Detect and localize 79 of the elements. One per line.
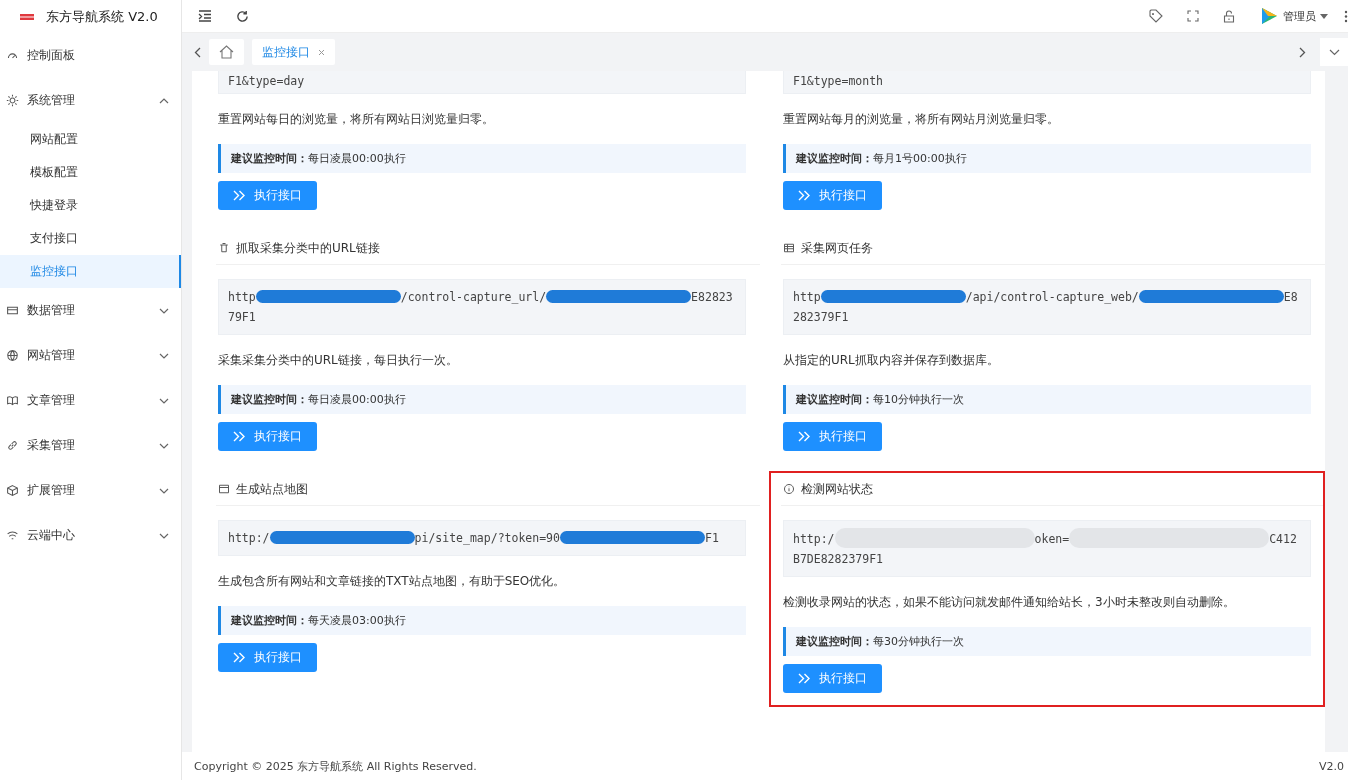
gear-icon: [6, 94, 19, 107]
url-code-box: http /control-capture_url/ E8282379F1: [218, 279, 746, 335]
refresh-icon[interactable]: [236, 9, 249, 23]
sidebar-item[interactable]: 文章管理: [0, 378, 181, 423]
chevron-icon: [159, 487, 169, 494]
home-tab[interactable]: [209, 39, 244, 65]
wifi-icon: [6, 529, 19, 542]
link-icon: [6, 439, 19, 452]
avatar-icon: [1259, 6, 1279, 26]
chevron-icon: [159, 352, 169, 359]
book-icon: [6, 394, 19, 407]
tip-alert: 建议监控时间：每日凌晨00:00执行: [218, 144, 746, 173]
menu-fold-icon[interactable]: [198, 10, 212, 22]
description-text: 检测收录网站的状态，如果不能访问就发邮件通知给站长，3小时未整改则自动删除。: [783, 594, 1236, 611]
description-text: 采集采集分类中的URL链接，每日执行一次。: [218, 352, 459, 369]
app-title: 东方导航系统 V2.0: [46, 7, 158, 26]
sidebar-item[interactable]: 网站管理: [0, 333, 181, 378]
more-icon[interactable]: [1344, 9, 1348, 23]
url-code-box: http /api/control-capture_web/ E8282379F1: [783, 279, 1311, 335]
description-text: 重置网站每月的浏览量，将所有网站月浏览量归零。: [783, 111, 1060, 128]
logo-icon: [20, 12, 34, 21]
sidebar-subitem[interactable]: 支付接口: [0, 222, 181, 255]
tip-alert: 建议监控时间：每月1号00:00执行: [783, 144, 1311, 173]
section-title: 生成站点地图: [236, 480, 308, 498]
url-code-box: http:/ oken= C412B7DE8282379F1: [783, 520, 1311, 577]
tip-alert: 建议监控时间：每10分钟执行一次: [783, 385, 1311, 414]
info-icon: [783, 483, 795, 495]
sidebar-subitem[interactable]: 快捷登录: [0, 189, 181, 222]
chevron-left-icon[interactable]: [194, 46, 201, 58]
chevron-icon: [159, 532, 169, 539]
window-icon: [218, 483, 230, 495]
url-code-box: F1&type=day: [218, 71, 746, 94]
section-title: 检测网站状态: [801, 480, 873, 498]
section-title: 抓取采集分类中的URL链接: [236, 239, 380, 257]
chevron-icon: [159, 307, 169, 314]
copyright-text: Copyright © 2025 东方导航系统 All Rights Reserved.: [194, 758, 477, 774]
double-chevron-icon: [233, 431, 246, 442]
sidebar-item[interactable]: 数据管理: [0, 288, 181, 333]
close-icon[interactable]: [318, 48, 325, 56]
description-text: 生成包含所有网站和文章链接的TXT站点地图，有助于SEO优化。: [218, 573, 567, 590]
double-chevron-icon: [233, 652, 246, 663]
double-chevron-icon: [233, 190, 246, 201]
tag-icon[interactable]: [1149, 9, 1163, 23]
double-chevron-icon: [798, 673, 811, 684]
fullscreen-icon[interactable]: [1187, 10, 1199, 22]
sidebar-item[interactable]: 扩展管理: [0, 468, 181, 513]
cube-icon: [6, 484, 19, 497]
chevron-right-icon[interactable]: [1299, 46, 1306, 58]
lock-icon[interactable]: [1223, 9, 1235, 23]
sidebar-subitem[interactable]: 网站配置: [0, 123, 181, 156]
chevron-icon: [159, 97, 169, 104]
page-tab[interactable]: 监控接口: [252, 39, 335, 65]
chevron-icon: [159, 442, 169, 449]
section-title: 采集网页任务: [801, 239, 873, 257]
sidebar-item[interactable]: 控制面板: [0, 33, 181, 78]
description-text: 重置网站每日的浏览量，将所有网站日浏览量归零。: [218, 111, 495, 128]
caret-icon: [1320, 13, 1328, 19]
description-text: 从指定的URL抓取内容并保存到数据库。: [783, 352, 1000, 369]
sidebar-subitem[interactable]: 模板配置: [0, 156, 181, 189]
user-menu[interactable]: 管理员: [1259, 6, 1328, 26]
tip-alert: 建议监控时间：每30分钟执行一次: [783, 627, 1311, 656]
double-chevron-icon: [798, 190, 811, 201]
sidebar-item[interactable]: 云端中心: [0, 513, 181, 558]
globe-icon: [6, 349, 19, 362]
url-code-box: F1&type=month: [783, 71, 1311, 94]
sidebar-item[interactable]: 采集管理: [0, 423, 181, 468]
server-icon: [6, 304, 19, 317]
tip-alert: 建议监控时间：每天凌晨03:00执行: [218, 606, 746, 635]
chevron-icon: [159, 397, 169, 404]
home-icon: [219, 45, 234, 59]
chevron-down-icon: [1328, 48, 1340, 56]
sidebar-item[interactable]: 系统管理: [0, 78, 181, 123]
double-chevron-icon: [798, 431, 811, 442]
url-code-box: http:/ pi/site_map/?token=90 F1: [218, 520, 746, 556]
table-icon: [783, 242, 795, 254]
sidebar-subitem[interactable]: 监控接口: [0, 255, 181, 288]
trash-icon: [218, 242, 230, 254]
tip-alert: 建议监控时间：每日凌晨00:00执行: [218, 385, 746, 414]
version-text: V2.0: [1318, 759, 1344, 773]
